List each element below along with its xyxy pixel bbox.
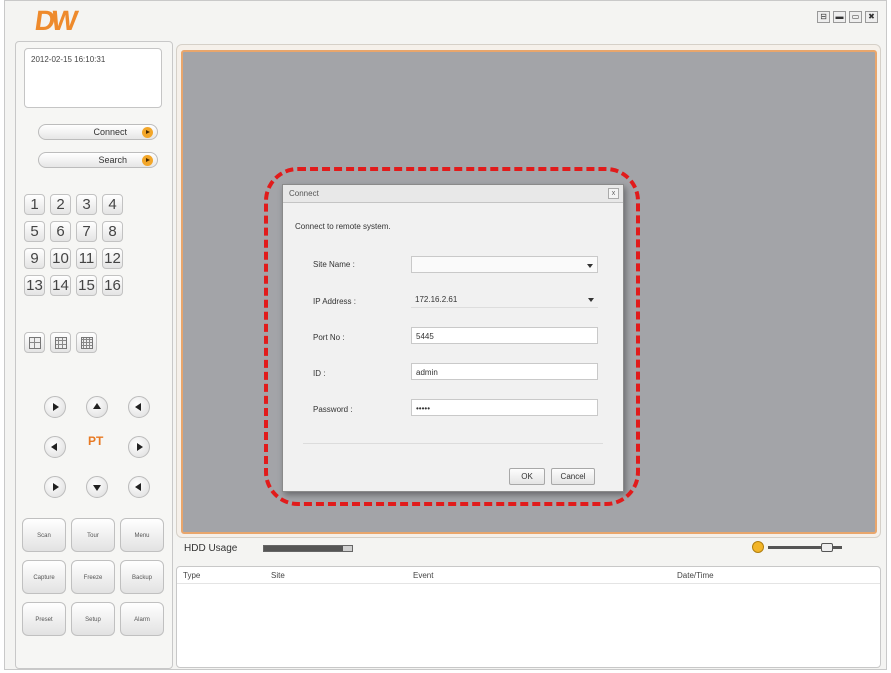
connect-button[interactable]: Connect — [38, 124, 158, 140]
dialog-title: Connect — [289, 189, 319, 198]
grid-2x2-icon — [28, 336, 41, 349]
close-icon[interactable]: x — [608, 188, 619, 199]
camera-3-button[interactable]: 3 — [76, 194, 97, 215]
id-label: ID : — [313, 369, 326, 378]
tour-button[interactable]: Tour — [71, 518, 115, 552]
volume-slider[interactable] — [768, 542, 842, 552]
ptz-label: PT — [88, 434, 104, 448]
alarm-button[interactable]: Alarm — [120, 602, 164, 636]
column-header-event[interactable]: Event — [413, 571, 433, 580]
capture-button[interactable]: Capture — [22, 560, 66, 594]
chevron-down-icon — [587, 264, 593, 268]
grid-4x4-icon — [80, 336, 93, 349]
layout-3x3-button[interactable] — [50, 332, 71, 353]
chevron-down-icon — [588, 298, 594, 302]
port-field[interactable]: 5445 — [411, 327, 598, 344]
camera-4-button[interactable]: 4 — [102, 194, 123, 215]
split-layout-row — [24, 332, 97, 353]
dialog-divider — [303, 443, 603, 444]
datetime-text: 2012-02-15 16:10:31 — [31, 55, 106, 64]
camera-14-button[interactable]: 14 — [50, 275, 71, 296]
cancel-button[interactable]: Cancel — [551, 468, 595, 485]
id-field[interactable]: admin — [411, 363, 598, 380]
connect-dialog: Connect x Connect to remote system. Site… — [282, 184, 624, 492]
dialog-titlebar[interactable]: Connect x — [283, 185, 623, 203]
camera-16-button[interactable]: 16 — [102, 275, 123, 296]
camera-9-button[interactable]: 9 — [24, 248, 45, 269]
brand-logo: DW — [32, 5, 76, 36]
connect-button-label: Connect — [93, 127, 127, 137]
preset-button[interactable]: Preset — [22, 602, 66, 636]
volume-control — [752, 541, 842, 553]
port-label: Port No : — [313, 333, 345, 342]
volume-slider-knob[interactable] — [820, 542, 833, 552]
camera-7-button[interactable]: 7 — [76, 221, 97, 242]
camera-13-button[interactable]: 13 — [24, 275, 45, 296]
ptz-right-icon[interactable] — [128, 436, 150, 458]
camera-2-button[interactable]: 2 — [50, 194, 71, 215]
camera-5-button[interactable]: 5 — [24, 221, 45, 242]
maximize-icon[interactable]: ▭ — [849, 11, 862, 23]
ok-button[interactable]: OK — [509, 468, 545, 485]
backup-button[interactable]: Backup — [120, 560, 164, 594]
ip-address-value: 172.16.2.61 — [415, 295, 458, 304]
hdd-usage-label: HDD Usage — [184, 543, 238, 554]
column-header-site[interactable]: Site — [271, 571, 285, 580]
left-control-panel: 2012-02-15 16:10:31 Connect Search 1 2 3… — [15, 41, 173, 669]
camera-8-button[interactable]: 8 — [102, 221, 123, 242]
camera-12-button[interactable]: 12 — [102, 248, 123, 269]
site-name-select[interactable] — [411, 256, 598, 273]
function-button-grid: Scan Tour Menu Capture Freeze Backup Pre… — [22, 518, 164, 636]
ptz-up-right-icon[interactable] — [128, 396, 150, 418]
datetime-display: 2012-02-15 16:10:31 — [24, 48, 162, 108]
hdd-usage-bar — [263, 545, 353, 552]
event-log-table: Type Site Event Date/Time — [176, 566, 881, 668]
search-button[interactable]: Search — [38, 152, 158, 168]
menu-button[interactable]: Menu — [120, 518, 164, 552]
ptz-down-right-icon[interactable] — [128, 476, 150, 498]
column-header-type[interactable]: Type — [183, 571, 200, 580]
close-icon[interactable]: ✖ — [865, 11, 878, 23]
ptz-up-icon[interactable] — [86, 396, 108, 418]
window-controls: ⊟ ▬ ▭ ✖ — [817, 11, 878, 23]
layout-toggle-icon[interactable]: ⊟ — [817, 11, 830, 23]
play-arrow-icon — [142, 127, 153, 138]
camera-6-button[interactable]: 6 — [50, 221, 71, 242]
ptz-up-left-icon[interactable] — [44, 396, 66, 418]
password-label: Password : — [313, 405, 353, 414]
layout-2x2-button[interactable] — [24, 332, 45, 353]
column-header-datetime[interactable]: Date/Time — [677, 571, 714, 580]
ptz-down-left-icon[interactable] — [44, 476, 66, 498]
port-value: 5445 — [416, 332, 434, 341]
minimize-icon[interactable]: ▬ — [833, 11, 846, 23]
scan-button[interactable]: Scan — [22, 518, 66, 552]
ptz-down-icon[interactable] — [86, 476, 108, 498]
layout-4x4-button[interactable] — [76, 332, 97, 353]
camera-11-button[interactable]: 11 — [76, 248, 97, 269]
dialog-subtitle: Connect to remote system. — [295, 222, 391, 231]
camera-selector-grid: 1 2 3 4 5 6 7 8 9 10 11 12 13 14 15 16 — [24, 194, 123, 296]
setup-button[interactable]: Setup — [71, 602, 115, 636]
camera-1-button[interactable]: 1 — [24, 194, 45, 215]
password-value: ••••• — [416, 404, 431, 413]
ip-address-label: IP Address : — [313, 297, 356, 306]
password-field[interactable]: ••••• — [411, 399, 598, 416]
freeze-button[interactable]: Freeze — [71, 560, 115, 594]
hdd-usage-fill — [264, 546, 344, 551]
play-arrow-icon — [142, 155, 153, 166]
speaker-icon[interactable] — [752, 541, 764, 553]
ptz-left-icon[interactable] — [44, 436, 66, 458]
grid-3x3-icon — [54, 336, 67, 349]
event-log-header: Type Site Event Date/Time — [177, 567, 880, 584]
camera-15-button[interactable]: 15 — [76, 275, 97, 296]
id-value: admin — [416, 368, 438, 377]
search-button-label: Search — [98, 155, 127, 165]
camera-10-button[interactable]: 10 — [50, 248, 71, 269]
site-name-label: Site Name : — [313, 260, 355, 269]
ip-address-combo[interactable]: 172.16.2.61 — [411, 291, 598, 308]
